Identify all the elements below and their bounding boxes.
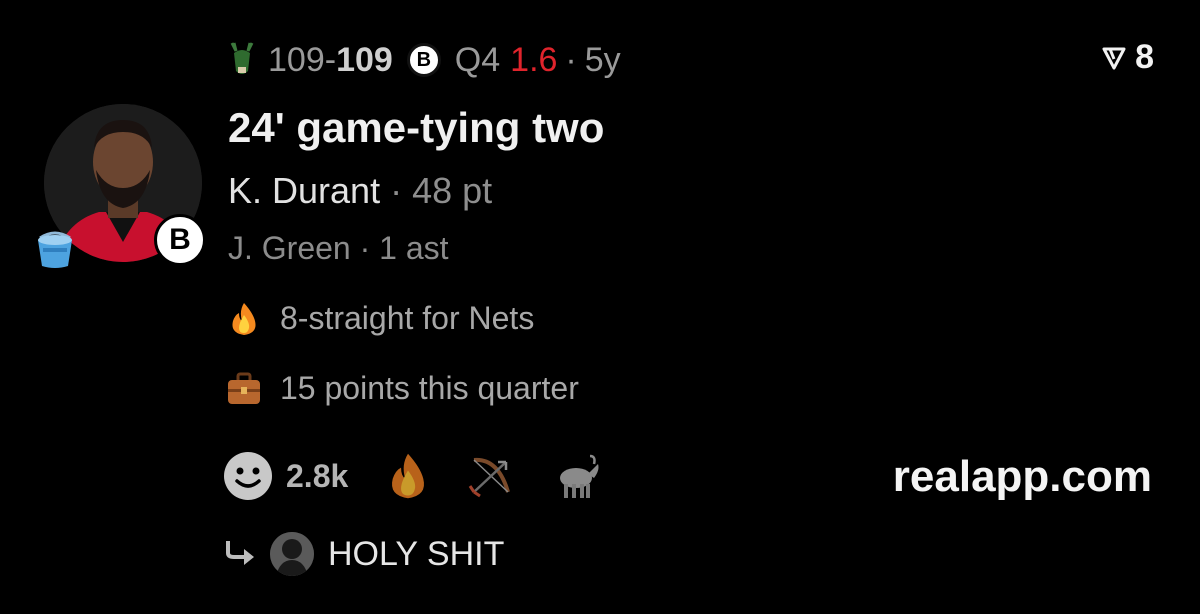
avatar-logo-letter: B	[169, 223, 191, 256]
bow-and-arrow-icon[interactable]	[468, 452, 516, 500]
reply-arrow-icon	[226, 541, 254, 565]
fact-quarter-points: 15 points this quarter	[226, 370, 579, 407]
scorer-stat: 48 pt	[412, 170, 493, 211]
scorer-name: K. Durant	[228, 170, 381, 211]
brand-link[interactable]: realapp.com	[893, 452, 1152, 502]
commenter-photo	[270, 532, 314, 576]
bucks-deer-icon	[228, 41, 256, 79]
post-age: 5y	[584, 40, 621, 79]
dot-separator: ·	[565, 40, 577, 79]
send-arrow-icon	[1102, 47, 1126, 69]
share-count[interactable]: 8	[1101, 38, 1154, 77]
assist-name: J. Green	[228, 230, 351, 266]
commenter-avatar[interactable]	[270, 532, 314, 576]
share-count-value: 8	[1135, 38, 1154, 76]
fact-text: 8-straight for Nets	[280, 300, 535, 336]
play-headline[interactable]: 24' game-tying two	[228, 104, 604, 152]
away-score: 109	[268, 40, 325, 79]
quarter-label: Q4	[454, 40, 501, 79]
scorer-line[interactable]: K. Durant · 48 pt	[228, 170, 492, 212]
reply-text: HOLY SHIT	[328, 534, 505, 573]
nets-logo-icon: B	[154, 214, 206, 266]
fire-icon[interactable]	[384, 451, 432, 501]
briefcase-icon	[226, 371, 262, 407]
smiley-face-icon[interactable]	[222, 450, 274, 502]
reaction-bar[interactable]: 2.8k	[222, 450, 638, 502]
dot-separator: ·	[350, 230, 380, 266]
bucket-badge-icon	[34, 226, 76, 275]
nets-mini-letter: B	[416, 48, 432, 71]
nets-logo-icon: B	[406, 43, 441, 77]
reaction-count: 2.8k	[286, 457, 349, 494]
home-score: 109	[336, 40, 393, 79]
score-row[interactable]: 109 - 109 B Q4 1.6 · 5y	[228, 36, 621, 84]
fire-icon	[226, 301, 262, 337]
reply-row[interactable]: HOLY SHIT	[224, 532, 504, 576]
game-clock: 1.6	[510, 40, 558, 79]
fact-streak: 8-straight for Nets	[226, 300, 534, 337]
score-dash: -	[324, 40, 337, 79]
assist-line[interactable]: J. Green · 1 ast	[228, 230, 449, 267]
fact-text: 15 points this quarter	[280, 370, 579, 406]
dot-separator: ·	[380, 170, 413, 211]
assist-stat: 1 ast	[379, 230, 449, 266]
goat-icon[interactable]	[552, 452, 602, 500]
